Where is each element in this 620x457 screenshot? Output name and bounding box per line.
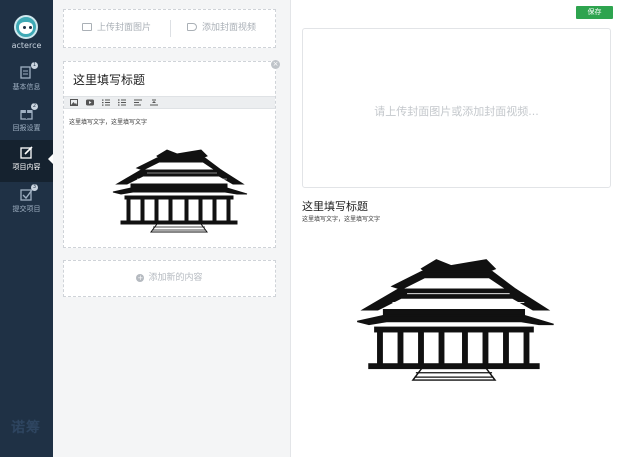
plus-icon: + bbox=[136, 274, 145, 282]
sidebar-item-label: 基本信息 bbox=[12, 83, 41, 91]
preview-title: 这里填写标题 bbox=[302, 200, 368, 213]
preview-text: 这里填写文字，这里填写文字 bbox=[302, 216, 381, 223]
rich-text-toolbar bbox=[64, 96, 275, 109]
sidebar-item-label: 回报设置 bbox=[12, 124, 41, 132]
step-badge: 1 bbox=[31, 62, 38, 69]
step-badge: 3 bbox=[31, 184, 38, 191]
add-content-button[interactable]: + 添加新的内容 bbox=[63, 260, 276, 297]
sidebar-item-basic-info[interactable]: 1 基本信息 bbox=[0, 60, 53, 102]
brand-logo: 诺筹 bbox=[11, 420, 41, 436]
video-icon bbox=[187, 23, 197, 31]
cover-upload-bar: 上传封面图片 添加封面视频 bbox=[63, 9, 276, 48]
step-badge: 2 bbox=[31, 103, 38, 110]
add-cover-video-button[interactable]: 添加封面视频 bbox=[187, 10, 256, 47]
ordered-list-icon[interactable] bbox=[102, 99, 110, 106]
sidebar-item-project-content[interactable]: 项目内容 bbox=[0, 140, 53, 182]
video-icon[interactable] bbox=[86, 99, 94, 106]
sidebar-item-reward-settings[interactable]: 2 回报设置 bbox=[0, 101, 53, 143]
avatar[interactable] bbox=[14, 15, 38, 39]
upload-cover-image-button[interactable]: 上传封面图片 bbox=[82, 10, 151, 47]
cover-preview[interactable]: 请上传封面图片或添加封面视频... bbox=[302, 28, 611, 188]
align-center-icon[interactable] bbox=[150, 99, 158, 106]
edit-icon bbox=[20, 146, 33, 159]
align-left-icon[interactable] bbox=[134, 99, 142, 106]
remove-block-button[interactable]: × bbox=[271, 60, 280, 69]
upload-video-label: 添加封面视频 bbox=[202, 23, 257, 33]
divider bbox=[170, 20, 171, 37]
bullet-list-icon[interactable] bbox=[118, 99, 126, 106]
sidebar: acterce 1 基本信息 2 回报设置 项目内容 3 提交项目 诺筹 bbox=[0, 0, 53, 457]
add-content-label: 添加新的内容 bbox=[148, 273, 203, 283]
temple-image bbox=[357, 259, 554, 381]
sidebar-item-label: 项目内容 bbox=[12, 163, 41, 171]
upload-image-label: 上传封面图片 bbox=[97, 23, 152, 33]
cover-placeholder: 请上传封面图片或添加封面视频... bbox=[374, 105, 539, 118]
save-button[interactable]: 保存 bbox=[576, 6, 613, 19]
image-icon bbox=[82, 23, 92, 31]
username: acterce bbox=[11, 41, 42, 50]
editor-panel: 上传封面图片 添加封面视频 这里填写标题 这里填写文字，这里填写文字 × + 添… bbox=[53, 0, 291, 457]
content-text-input[interactable]: 这里填写文字，这里填写文字 bbox=[69, 117, 147, 126]
sidebar-item-submit-project[interactable]: 3 提交项目 bbox=[0, 182, 53, 224]
app-root: acterce 1 基本信息 2 回报设置 项目内容 3 提交项目 诺筹 上传封… bbox=[0, 0, 620, 457]
content-block: 这里填写标题 这里填写文字，这里填写文字 bbox=[63, 61, 276, 248]
preview-panel: 保存 请上传封面图片或添加封面视频... 这里填写标题 这里填写文字，这里填写文… bbox=[292, 0, 620, 457]
image-icon[interactable] bbox=[70, 99, 78, 106]
content-title-input[interactable]: 这里填写标题 bbox=[73, 71, 145, 88]
sidebar-item-label: 提交项目 bbox=[12, 205, 41, 213]
temple-image bbox=[112, 149, 248, 233]
